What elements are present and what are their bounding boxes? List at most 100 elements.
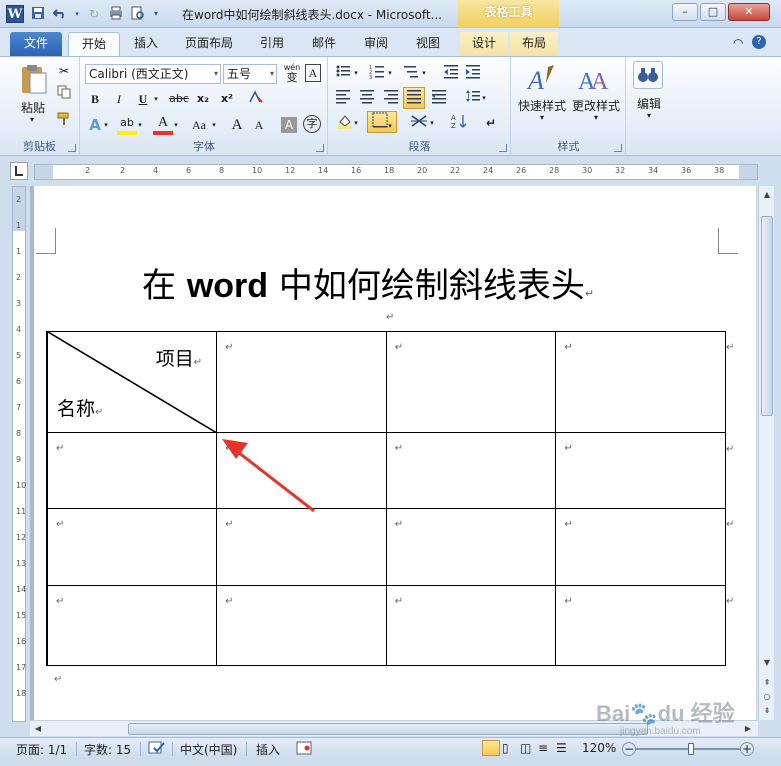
grow-font-button[interactable]: A bbox=[227, 115, 247, 135]
table-cell[interactable]: ↵ bbox=[385, 432, 557, 509]
table-cell[interactable]: ↵ bbox=[216, 331, 387, 433]
horizontal-scroll-thumb[interactable] bbox=[128, 723, 648, 735]
tab-table-layout[interactable]: 布局 bbox=[510, 32, 558, 56]
clipboard-launcher-icon[interactable] bbox=[68, 144, 76, 152]
shrink-font-button[interactable]: A bbox=[249, 115, 269, 135]
zoom-level[interactable]: 120% bbox=[582, 741, 616, 755]
tab-file[interactable]: 文件 bbox=[10, 32, 62, 56]
table-cell[interactable]: ↵ bbox=[555, 585, 726, 666]
table-cell[interactable]: ↵ bbox=[46, 585, 218, 666]
decrease-indent-icon[interactable] bbox=[441, 63, 461, 83]
justify-icon[interactable] bbox=[403, 87, 425, 109]
tab-selector-icon[interactable] bbox=[10, 162, 28, 180]
table-cell[interactable]: ↵ bbox=[216, 585, 387, 666]
full-screen-reading-icon[interactable]: ▯ bbox=[502, 741, 509, 755]
chinese-layout-icon[interactable] bbox=[409, 113, 429, 133]
tab-table-design[interactable]: 设计 bbox=[460, 32, 508, 56]
save-icon[interactable] bbox=[30, 6, 46, 22]
close-button[interactable]: ✕ bbox=[728, 3, 770, 21]
change-case-button[interactable]: Aa bbox=[187, 115, 211, 135]
table-cell[interactable]: ↵ bbox=[46, 508, 218, 586]
align-right-icon[interactable] bbox=[381, 88, 401, 108]
font-launcher-icon[interactable] bbox=[316, 144, 324, 152]
editing-dropdown-icon[interactable]: ▾ bbox=[641, 111, 657, 120]
quick-styles-label[interactable]: 快速样式 bbox=[514, 97, 570, 114]
clear-formatting-icon[interactable]: A bbox=[305, 64, 321, 82]
multilevel-dropdown-icon[interactable]: ▾ bbox=[419, 63, 429, 83]
show-hide-marks-icon[interactable]: ↵ bbox=[481, 113, 501, 133]
diagonal-header-cell[interactable]: 项目↵ 名称↵ bbox=[46, 331, 218, 433]
paste-dropdown-icon[interactable]: ▾ bbox=[24, 115, 40, 124]
vertical-ruler[interactable]: 2 1 1 2 3 4 5 6 7 8 9 10 11 12 13 14 15 16 17 18 bbox=[12, 186, 26, 722]
strikethrough-button[interactable]: abc bbox=[167, 89, 191, 109]
underline-button[interactable]: U bbox=[133, 89, 153, 109]
help-icon[interactable]: ? bbox=[752, 35, 766, 49]
proofing-icon[interactable] bbox=[148, 741, 166, 758]
zoom-slider[interactable] bbox=[636, 743, 740, 755]
next-page-icon[interactable]: ⇟ bbox=[761, 704, 773, 718]
font-name-combo[interactable]: Calibri (西文正文) ▾ bbox=[85, 64, 221, 84]
align-left-icon[interactable] bbox=[333, 88, 353, 108]
editing-button-label[interactable]: 编辑 bbox=[627, 95, 671, 112]
bold-button[interactable]: B bbox=[85, 89, 105, 109]
font-color-dropdown-icon[interactable]: ▾ bbox=[171, 115, 181, 135]
zoom-in-button[interactable]: + bbox=[740, 742, 754, 756]
print-preview-icon[interactable] bbox=[130, 6, 146, 22]
text-direction-icon[interactable] bbox=[245, 89, 265, 109]
enclose-characters-button[interactable]: 字 bbox=[303, 115, 321, 133]
language-status[interactable]: 中文(中国) bbox=[180, 741, 237, 758]
numbering-icon[interactable]: 123 bbox=[367, 63, 387, 83]
web-layout-icon[interactable]: ◫ bbox=[520, 741, 531, 755]
page-count-status[interactable]: 页面: 1/1 bbox=[16, 741, 67, 758]
draft-view-icon[interactable]: ☰ bbox=[556, 741, 567, 755]
subscript-button[interactable]: x₂ bbox=[193, 89, 213, 109]
document-heading[interactable]: 在 word 中如何绘制斜线表头↵ bbox=[142, 258, 594, 307]
change-styles-icon[interactable]: AA bbox=[578, 63, 610, 95]
tab-home[interactable]: 开始 bbox=[68, 32, 120, 56]
italic-button[interactable]: I bbox=[109, 89, 129, 109]
paragraph-launcher-icon[interactable] bbox=[499, 144, 507, 152]
previous-page-icon[interactable]: ⇞ bbox=[761, 676, 773, 690]
zoom-out-button[interactable]: − bbox=[622, 742, 636, 756]
font-size-combo[interactable]: 五号 ▾ bbox=[223, 64, 277, 84]
highlight-dropdown-icon[interactable]: ▾ bbox=[135, 115, 145, 135]
insert-mode-status[interactable]: 插入 bbox=[256, 741, 280, 758]
undo-icon[interactable] bbox=[52, 6, 68, 22]
document-table[interactable]: 项目↵ 名称↵ ↵ ↵ ↵ ↵ ↵ ↵ ↵ ↵ ↵ ↵ ↵ ↵ ↵ ↵ bbox=[46, 331, 726, 666]
horizontal-ruler[interactable]: 2 2 4 6 8 10 12 14 16 18 20 22 24 26 28 30 32 34 36 38 bbox=[34, 164, 758, 180]
borders-icon[interactable]: ▾ bbox=[367, 111, 397, 133]
tab-review[interactable]: 审阅 bbox=[354, 32, 398, 56]
zoom-slider-thumb[interactable] bbox=[687, 743, 694, 755]
bullets-dropdown-icon[interactable]: ▾ bbox=[351, 63, 361, 83]
font-color-button[interactable]: A bbox=[153, 115, 173, 135]
maximize-button[interactable]: □ bbox=[700, 3, 726, 21]
customize-qat-icon[interactable]: ▾ bbox=[152, 6, 160, 22]
table-cell[interactable]: ↵ bbox=[385, 508, 557, 586]
change-styles-label[interactable]: 更改样式 bbox=[568, 97, 624, 114]
line-spacing-dropdown-icon[interactable]: ▾ bbox=[479, 88, 489, 108]
distributed-icon[interactable] bbox=[429, 88, 449, 108]
minimize-button[interactable]: – bbox=[672, 3, 698, 21]
print-layout-view-icon[interactable] bbox=[482, 740, 500, 756]
sort-icon[interactable]: AZ bbox=[449, 113, 469, 133]
macro-record-icon[interactable] bbox=[296, 741, 312, 758]
word-app-icon[interactable]: W bbox=[6, 5, 24, 23]
table-cell[interactable]: ↵ bbox=[216, 508, 387, 586]
quick-styles-dropdown-icon[interactable]: ▾ bbox=[534, 113, 550, 122]
vertical-scrollbar[interactable]: ▲ ▼ ⇞ ○ ⇟ bbox=[758, 186, 774, 720]
redo-icon[interactable]: ↻ bbox=[86, 6, 102, 22]
tab-references[interactable]: 引用 bbox=[250, 32, 294, 56]
cut-icon[interactable]: ✂ bbox=[54, 61, 74, 81]
styles-launcher-icon[interactable] bbox=[614, 144, 622, 152]
phonetic-guide-icon[interactable]: wén 变 bbox=[281, 63, 303, 83]
multilevel-list-icon[interactable] bbox=[401, 63, 421, 83]
table-cell[interactable]: ↵ bbox=[46, 432, 218, 509]
scroll-up-icon[interactable]: ▲ bbox=[761, 188, 773, 202]
copy-icon[interactable] bbox=[54, 85, 74, 105]
table-cell[interactable]: ↵ bbox=[385, 585, 557, 666]
paste-icon[interactable] bbox=[18, 63, 50, 95]
bullets-icon[interactable] bbox=[333, 63, 353, 83]
scroll-down-icon[interactable]: ▼ bbox=[761, 656, 773, 670]
find-binoculars-icon[interactable] bbox=[633, 61, 663, 89]
scroll-left-icon[interactable]: ◀ bbox=[32, 722, 44, 736]
